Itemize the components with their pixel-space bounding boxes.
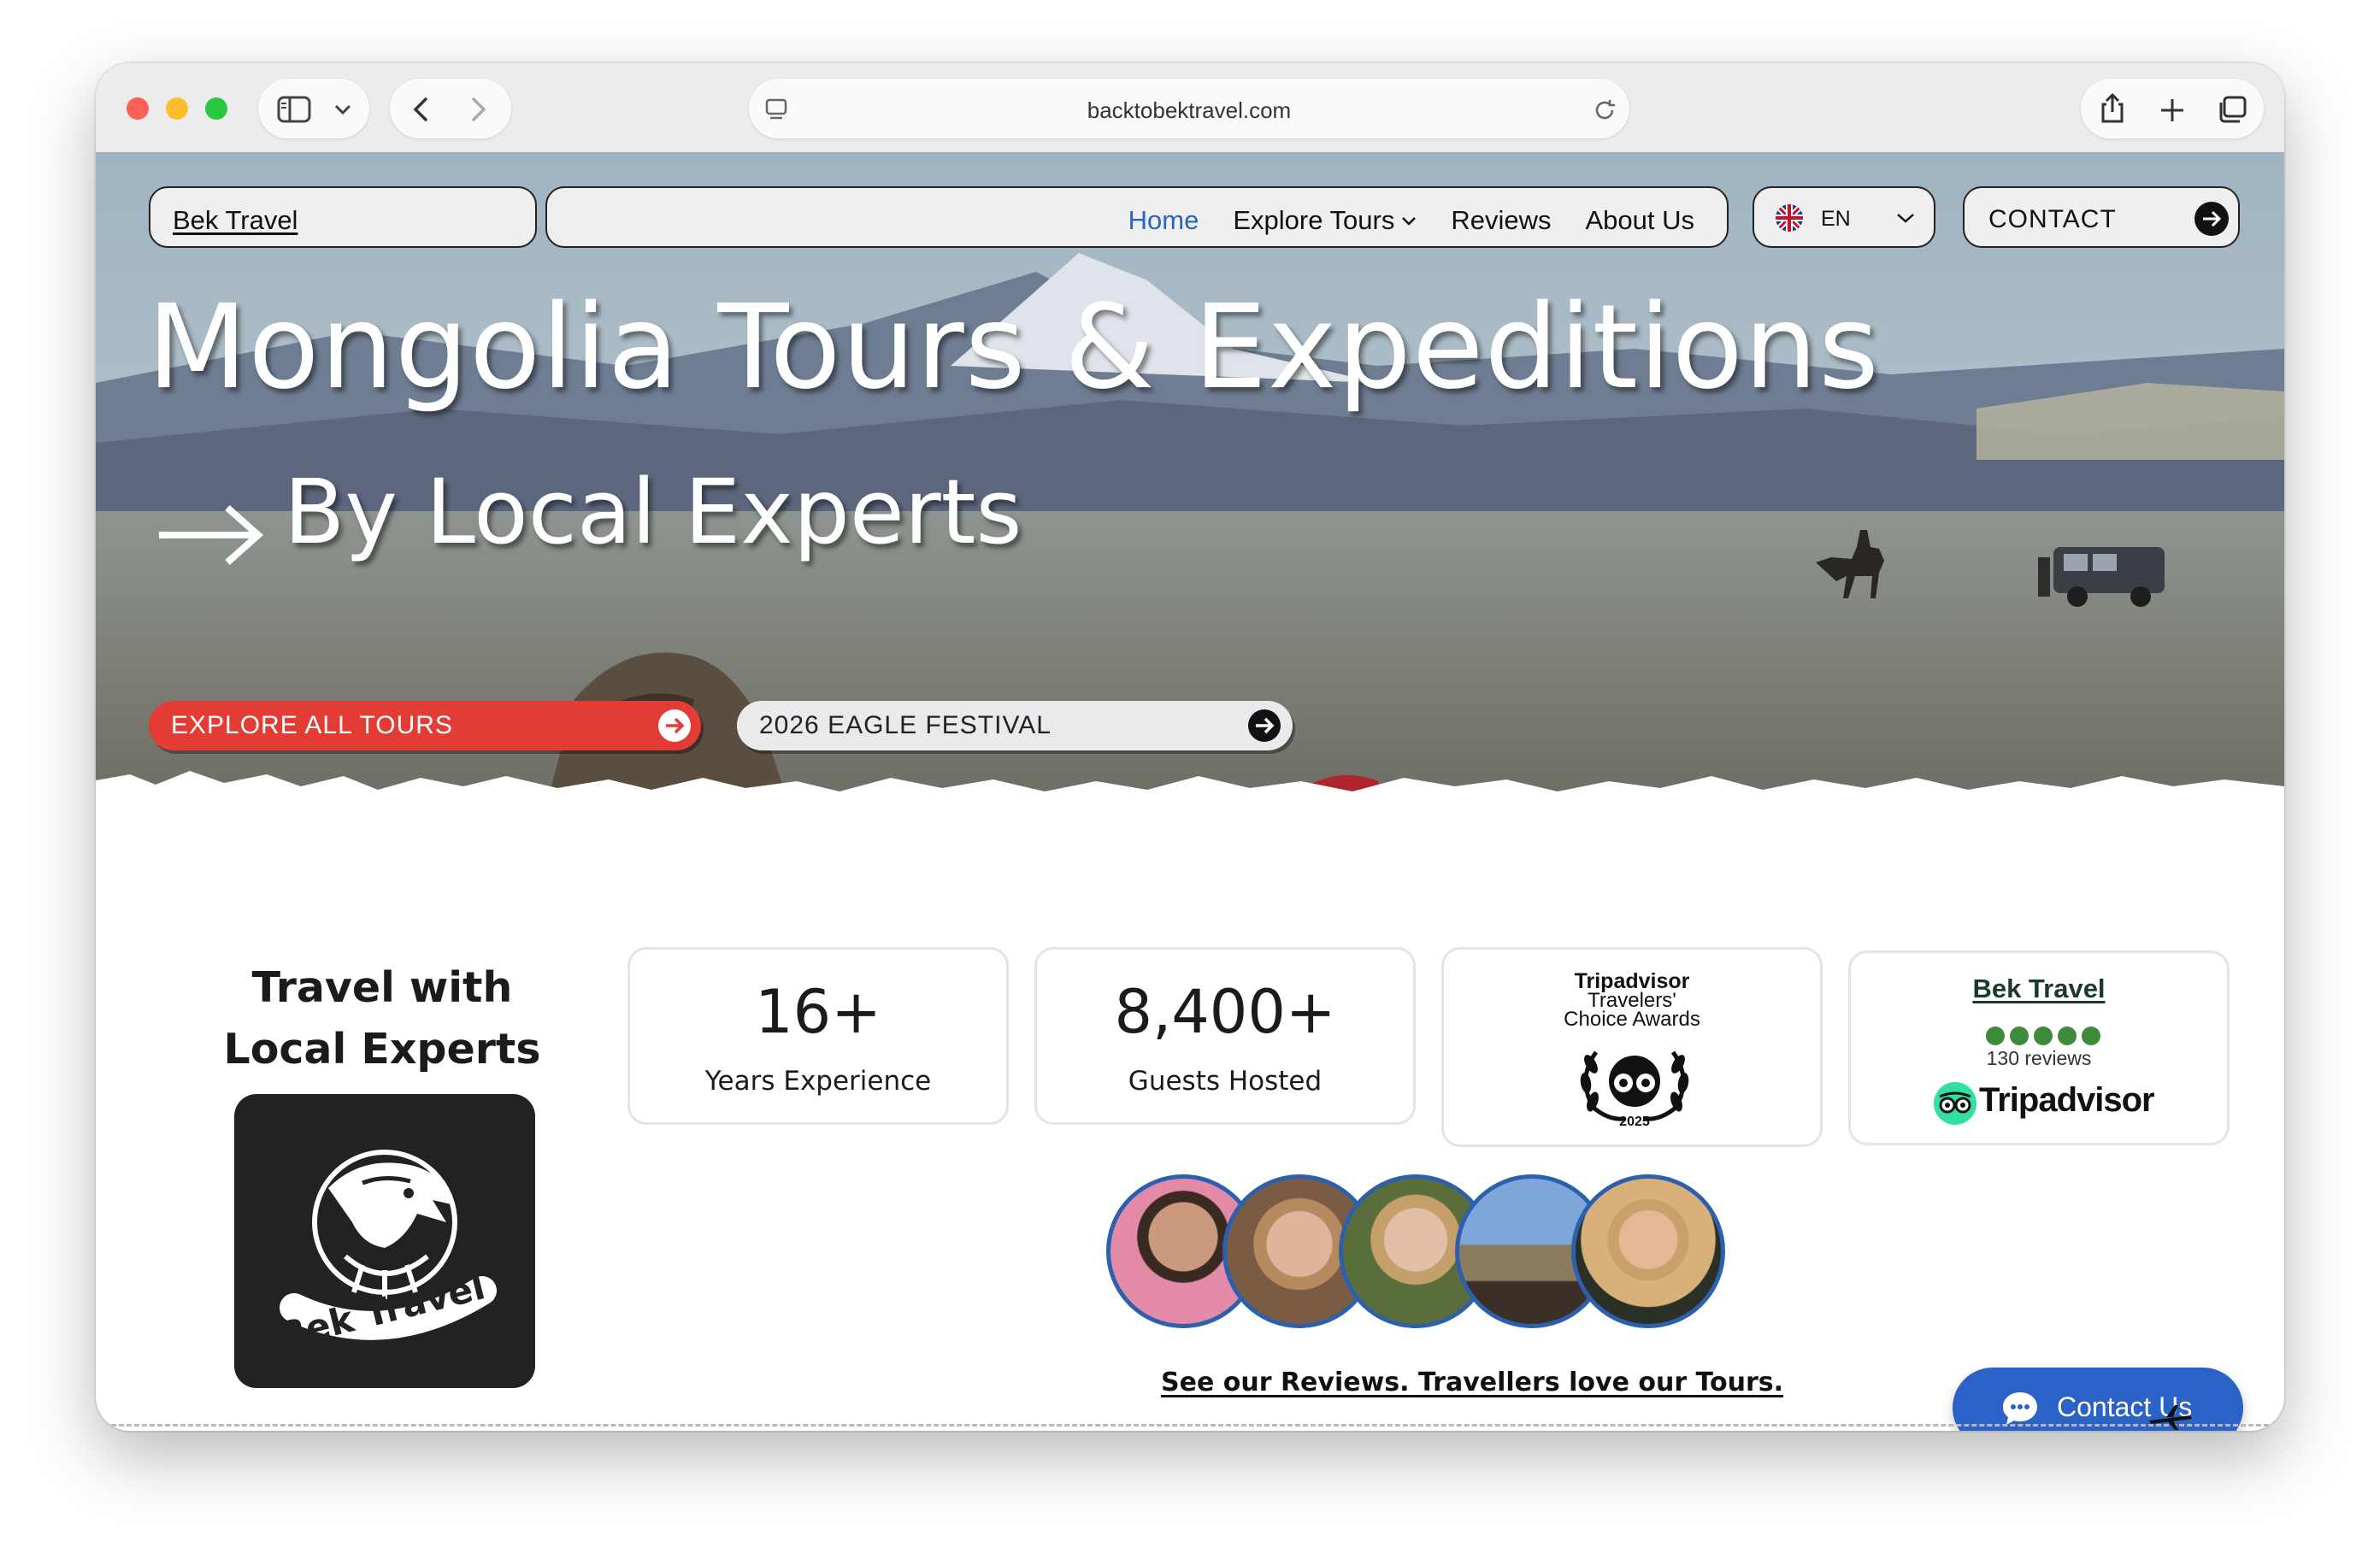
- browser-toolbar: backtobektravel.com: [96, 63, 2284, 153]
- sidebar-icon: [277, 96, 311, 123]
- stat-card-guests: 8,400+ Guests Hosted: [1034, 947, 1416, 1125]
- language-label: EN: [1821, 207, 1851, 231]
- eagle-logo-icon: Bek Travel: [274, 1150, 497, 1357]
- stat-label: Guests Hosted: [1128, 1066, 1323, 1097]
- brand-link[interactable]: Bek Travel: [173, 205, 298, 236]
- reviewer-avatars[interactable]: [1106, 1174, 1725, 1337]
- flight-path-divider: [96, 1424, 2284, 1427]
- uk-flag-icon: [1776, 204, 1803, 232]
- url-text: backtobektravel.com: [1087, 97, 1292, 123]
- award-text: Tripadvisor Travelers' Choice Awards: [1444, 971, 1820, 1031]
- rating-brand[interactable]: Bek Travel: [1851, 974, 2227, 1004]
- back-icon[interactable]: [409, 96, 434, 123]
- address-bar[interactable]: backtobektravel.com: [749, 79, 1629, 138]
- tripadvisor-wordmark: Tripadvisor: [1979, 1081, 2155, 1119]
- language-selector[interactable]: EN: [1753, 186, 1935, 248]
- browser-window: backtobektravel.com Bek Travel Home Expl…: [96, 63, 2284, 1431]
- logo-text: Bek Travel: [274, 1265, 489, 1356]
- new-tab-icon[interactable]: [2159, 97, 2185, 123]
- nav-item-about-us[interactable]: About Us: [1585, 205, 1694, 236]
- close-window-button[interactable]: [127, 97, 149, 120]
- reviews-link[interactable]: See our Reviews. Travellers love our Tou…: [1161, 1368, 1783, 1397]
- chevron-down-icon: [1402, 217, 1417, 226]
- toolbar-actions: [2081, 79, 2264, 138]
- avatar: [1571, 1174, 1725, 1328]
- eagle-festival-button[interactable]: 2026 EAGLE FESTIVAL: [737, 701, 1293, 750]
- stat-label: Years Experience: [704, 1066, 932, 1097]
- nav-item-reviews[interactable]: Reviews: [1451, 205, 1551, 236]
- chevron-down-icon: [334, 104, 351, 115]
- hero-title: Mongolia Tours & Expeditions: [147, 280, 1880, 415]
- chevron-down-icon: [1897, 214, 1914, 223]
- button-label: EXPLORE ALL TOURS: [171, 711, 453, 739]
- contact-us-chat-button[interactable]: Contact Us: [1953, 1368, 2243, 1431]
- tab-overview-icon[interactable]: [2216, 96, 2248, 125]
- contact-label: CONTACT: [1988, 205, 2117, 233]
- tripadvisor-owl-icon: [1934, 1082, 1976, 1125]
- stat-value: 16+: [755, 977, 881, 1047]
- bek-travel-logo: Bek Travel: [234, 1094, 535, 1388]
- history-nav: [390, 79, 511, 138]
- contact-button[interactable]: CONTACT: [1963, 186, 2240, 248]
- section-title: Travel with Local Experts: [223, 963, 541, 1074]
- hero-section: Bek Travel Home Explore Tours Reviews Ab…: [96, 152, 2284, 827]
- tripadvisor-rating-card[interactable]: Bek Travel 130 reviews Tripadvisor: [1848, 950, 2230, 1145]
- sidebar-toggle-button[interactable]: [258, 79, 369, 138]
- award-year: 2025: [1619, 1115, 1650, 1129]
- zoom-window-button[interactable]: [205, 97, 227, 120]
- stat-card-years: 16+ Years Experience: [627, 947, 1009, 1125]
- tripadvisor-laurel-icon: 2025: [1580, 1050, 1689, 1129]
- reload-icon[interactable]: [1592, 97, 1617, 123]
- tripadvisor-award-card[interactable]: Tripadvisor Travelers' Choice Awards 202…: [1441, 947, 1823, 1147]
- arrow-right-circle-icon: [2194, 202, 2229, 236]
- nav-item-explore-tours[interactable]: Explore Tours: [1233, 205, 1417, 236]
- rating-bubbles: [1986, 1027, 2100, 1045]
- forward-icon[interactable]: [465, 96, 491, 123]
- minimize-window-button[interactable]: [166, 97, 188, 120]
- award-line-3: Choice Awards: [1564, 1008, 1700, 1031]
- button-label: 2026 EAGLE FESTIVAL: [759, 711, 1052, 739]
- arrow-right-icon: [159, 505, 264, 565]
- stat-value: 8,400+: [1114, 977, 1336, 1047]
- nav-item-label: Explore Tours: [1233, 205, 1395, 235]
- chat-bubble-icon: [2003, 1392, 2037, 1425]
- rating-count: 130 reviews: [1986, 1047, 2092, 1069]
- explore-all-tours-button[interactable]: EXPLORE ALL TOURS: [149, 701, 701, 750]
- arrow-right-circle-icon: [658, 709, 691, 742]
- nav-item-home[interactable]: Home: [1128, 205, 1199, 236]
- brand-container: Bek Travel: [149, 186, 537, 248]
- nav-menu: Home Explore Tours Reviews About Us: [1128, 205, 1694, 236]
- main-navigation: Home Explore Tours Reviews About Us: [545, 186, 1729, 248]
- airplane-icon: [2149, 1405, 2192, 1430]
- hero-subtitle: By Local Experts: [284, 460, 1022, 564]
- arrow-right-circle-icon: [1248, 709, 1281, 742]
- web-page: Bek Travel Home Explore Tours Reviews Ab…: [96, 152, 2284, 1431]
- share-icon[interactable]: [2098, 92, 2127, 125]
